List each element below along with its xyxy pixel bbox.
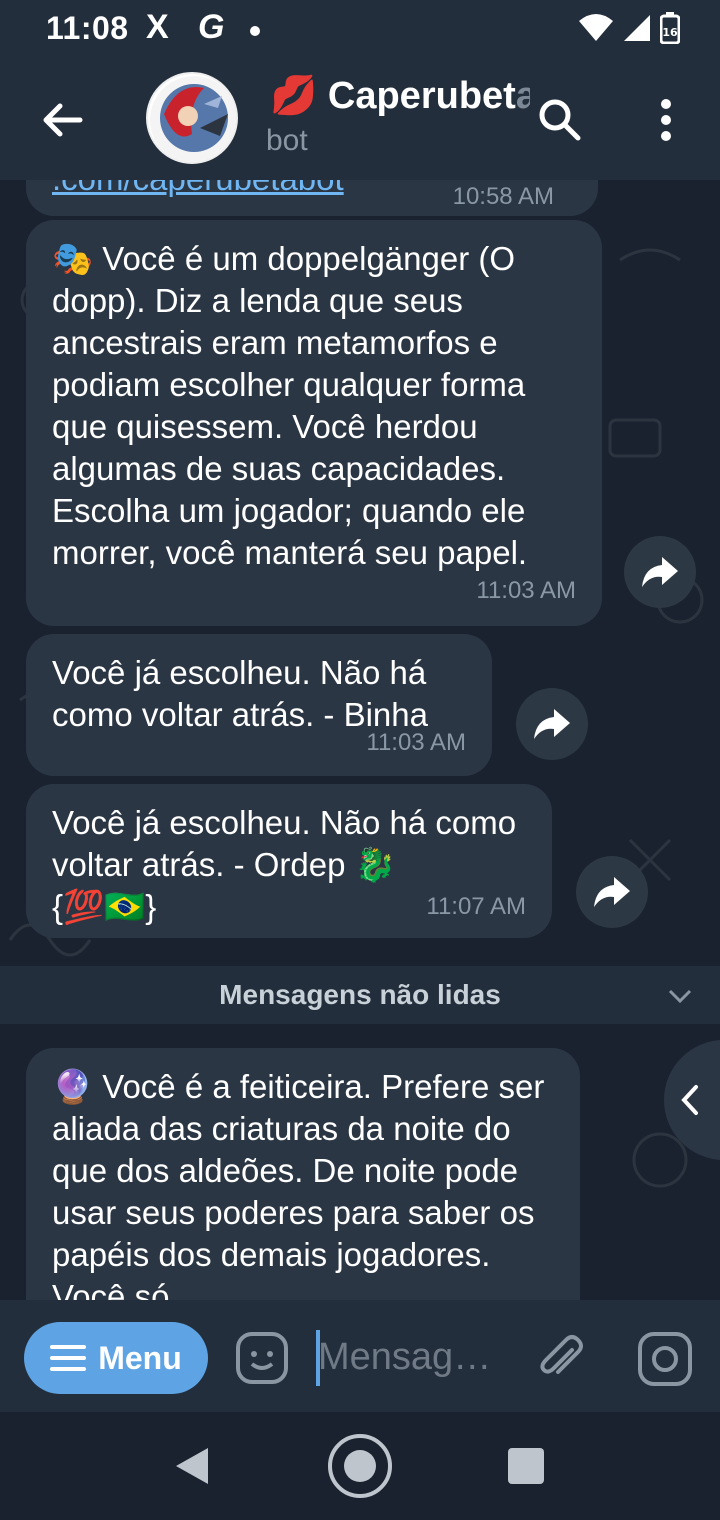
forward-button[interactable]	[516, 688, 588, 760]
x-app-icon: X	[146, 8, 169, 46]
wifi-icon	[579, 14, 613, 41]
status-bar: 11:08 X G 16	[0, 0, 720, 58]
message-text: 🎭 Você é um doppelgänger (O dopp). Diz a…	[52, 240, 528, 571]
sticker-icon[interactable]	[234, 1330, 290, 1386]
kiss-lips-icon: 💋	[270, 75, 318, 117]
unread-messages-divider: Mensagens não lidas	[0, 966, 720, 1024]
menu-label: Menu	[98, 1339, 182, 1376]
message-text: 🔮 Você é a feiticeira. Prefere ser aliad…	[52, 1068, 545, 1300]
unread-label: Mensagens não lidas	[219, 979, 501, 1010]
message-time: 11:07 AM	[426, 893, 526, 920]
message-time: 11:03 AM	[476, 577, 576, 604]
back-arrow-icon[interactable]	[36, 94, 88, 146]
search-icon[interactable]	[536, 96, 582, 142]
hamburger-icon	[50, 1345, 87, 1371]
nav-recents-icon[interactable]	[508, 1448, 544, 1484]
crystal-ball-icon: 🔮	[52, 1068, 94, 1105]
message-bubble[interactable]: 🎭 Você é um doppelgänger (O dopp). Diz a…	[26, 220, 602, 626]
message-bubble[interactable]: .com/caperubetabot 10:58 AM	[26, 180, 598, 216]
system-nav-bar	[0, 1412, 720, 1520]
bot-avatar[interactable]	[146, 72, 238, 164]
chevron-left-icon	[681, 1085, 698, 1115]
attach-icon[interactable]	[532, 1330, 588, 1386]
message-bubble[interactable]: Você já escolheu. Não há como voltar atr…	[26, 784, 552, 938]
chat-subtitle: bot	[266, 124, 308, 157]
signal-icon	[624, 15, 650, 41]
status-icons: 16	[578, 12, 680, 44]
theater-masks-icon: 🎭	[52, 240, 94, 277]
message-input-bar: Menu	[0, 1300, 720, 1412]
message-time: 11:03 AM	[366, 729, 466, 756]
forward-arrow-icon	[642, 557, 678, 587]
svg-text:16: 16	[662, 26, 678, 39]
bot-link[interactable]: .com/caperubetabot	[52, 180, 344, 200]
battery-icon: 16	[660, 12, 680, 44]
g-app-icon: G	[198, 8, 225, 46]
nav-back-icon[interactable]	[172, 1444, 212, 1488]
chat-title[interactable]: 💋 Caperubeta	[270, 74, 530, 118]
menu-button[interactable]: Menu	[24, 1322, 208, 1394]
forward-arrow-icon	[594, 877, 630, 907]
message-input[interactable]	[318, 1326, 508, 1388]
notification-dot-icon	[250, 26, 260, 36]
message-text-line3: {💯🇧🇷}	[52, 888, 157, 925]
forward-button[interactable]	[624, 536, 696, 608]
nav-home-icon[interactable]	[328, 1434, 392, 1498]
message-bubble[interactable]: 🔮 Você é a feiticeira. Prefere ser aliad…	[26, 1048, 580, 1300]
chat-header: 💋 Caperubeta bot	[0, 58, 720, 180]
camera-icon[interactable]	[636, 1330, 694, 1388]
message-bubble[interactable]: Você já escolheu. Não há como voltar atr…	[26, 634, 492, 776]
forward-button[interactable]	[576, 856, 648, 928]
forward-arrow-icon	[534, 709, 570, 739]
more-options-icon[interactable]	[652, 96, 680, 144]
chevron-down-icon[interactable]	[666, 982, 694, 1010]
status-time: 11:08	[46, 10, 129, 46]
message-time: 10:58 AM	[452, 183, 554, 210]
message-list[interactable]: .com/caperubetabot 10:58 AM 🎭 Você é um …	[0, 180, 720, 1300]
